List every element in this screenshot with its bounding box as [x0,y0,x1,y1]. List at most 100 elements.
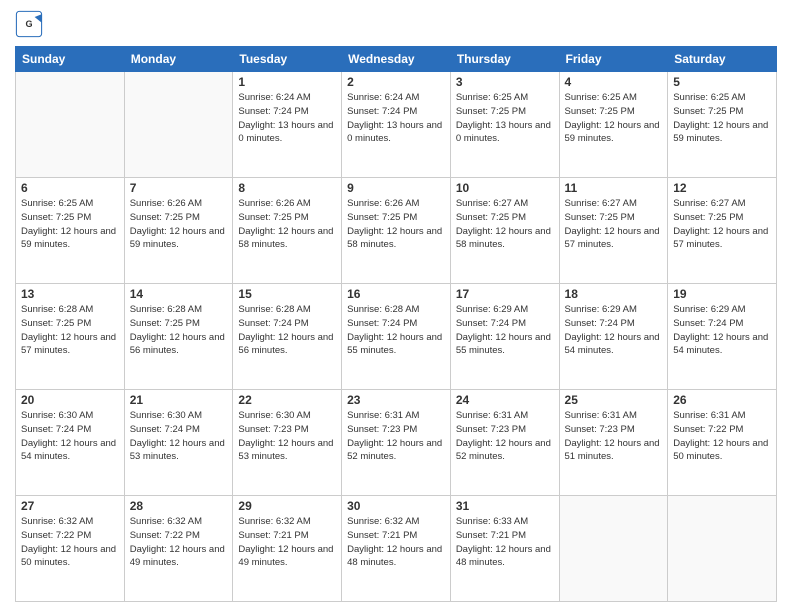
day-number: 12 [673,181,771,195]
day-info: Sunrise: 6:24 AM Sunset: 7:24 PM Dayligh… [238,91,336,146]
day-number: 3 [456,75,554,89]
day-info: Sunrise: 6:27 AM Sunset: 7:25 PM Dayligh… [673,197,771,252]
calendar-cell: 19 Sunrise: 6:29 AM Sunset: 7:24 PM Dayl… [668,284,777,390]
calendar-cell: 9 Sunrise: 6:26 AM Sunset: 7:25 PM Dayli… [342,178,451,284]
day-number: 6 [21,181,119,195]
calendar-cell: 24 Sunrise: 6:31 AM Sunset: 7:23 PM Dayl… [450,390,559,496]
day-number: 11 [565,181,663,195]
day-number: 28 [130,499,228,513]
day-number: 17 [456,287,554,301]
calendar-cell: 17 Sunrise: 6:29 AM Sunset: 7:24 PM Dayl… [450,284,559,390]
calendar-cell: 25 Sunrise: 6:31 AM Sunset: 7:23 PM Dayl… [559,390,668,496]
calendar-cell: 29 Sunrise: 6:32 AM Sunset: 7:21 PM Dayl… [233,496,342,602]
day-info: Sunrise: 6:25 AM Sunset: 7:25 PM Dayligh… [21,197,119,252]
day-info: Sunrise: 6:25 AM Sunset: 7:25 PM Dayligh… [565,91,663,146]
day-info: Sunrise: 6:26 AM Sunset: 7:25 PM Dayligh… [130,197,228,252]
day-info: Sunrise: 6:25 AM Sunset: 7:25 PM Dayligh… [673,91,771,146]
day-number: 20 [21,393,119,407]
calendar-cell: 26 Sunrise: 6:31 AM Sunset: 7:22 PM Dayl… [668,390,777,496]
calendar-day-header: Thursday [450,47,559,72]
day-number: 1 [238,75,336,89]
day-number: 29 [238,499,336,513]
day-number: 21 [130,393,228,407]
day-number: 15 [238,287,336,301]
calendar-cell: 28 Sunrise: 6:32 AM Sunset: 7:22 PM Dayl… [124,496,233,602]
calendar-cell: 30 Sunrise: 6:32 AM Sunset: 7:21 PM Dayl… [342,496,451,602]
calendar-day-header: Sunday [16,47,125,72]
day-info: Sunrise: 6:26 AM Sunset: 7:25 PM Dayligh… [238,197,336,252]
calendar-cell: 15 Sunrise: 6:28 AM Sunset: 7:24 PM Dayl… [233,284,342,390]
day-info: Sunrise: 6:29 AM Sunset: 7:24 PM Dayligh… [673,303,771,358]
calendar-cell: 22 Sunrise: 6:30 AM Sunset: 7:23 PM Dayl… [233,390,342,496]
calendar-cell: 12 Sunrise: 6:27 AM Sunset: 7:25 PM Dayl… [668,178,777,284]
day-number: 23 [347,393,445,407]
svg-text:G: G [25,19,32,29]
day-info: Sunrise: 6:28 AM Sunset: 7:25 PM Dayligh… [21,303,119,358]
calendar-cell: 10 Sunrise: 6:27 AM Sunset: 7:25 PM Dayl… [450,178,559,284]
day-info: Sunrise: 6:28 AM Sunset: 7:24 PM Dayligh… [347,303,445,358]
day-info: Sunrise: 6:27 AM Sunset: 7:25 PM Dayligh… [565,197,663,252]
calendar-cell: 5 Sunrise: 6:25 AM Sunset: 7:25 PM Dayli… [668,72,777,178]
day-number: 16 [347,287,445,301]
calendar-table: SundayMondayTuesdayWednesdayThursdayFrid… [15,46,777,602]
day-number: 4 [565,75,663,89]
calendar-cell [559,496,668,602]
day-info: Sunrise: 6:32 AM Sunset: 7:22 PM Dayligh… [21,515,119,570]
day-number: 24 [456,393,554,407]
day-info: Sunrise: 6:31 AM Sunset: 7:23 PM Dayligh… [456,409,554,464]
day-info: Sunrise: 6:25 AM Sunset: 7:25 PM Dayligh… [456,91,554,146]
day-number: 19 [673,287,771,301]
day-number: 13 [21,287,119,301]
day-number: 30 [347,499,445,513]
calendar-cell [668,496,777,602]
day-number: 25 [565,393,663,407]
calendar-day-header: Friday [559,47,668,72]
day-number: 10 [456,181,554,195]
calendar-cell: 7 Sunrise: 6:26 AM Sunset: 7:25 PM Dayli… [124,178,233,284]
day-info: Sunrise: 6:31 AM Sunset: 7:23 PM Dayligh… [347,409,445,464]
day-info: Sunrise: 6:28 AM Sunset: 7:24 PM Dayligh… [238,303,336,358]
day-number: 26 [673,393,771,407]
calendar-cell: 4 Sunrise: 6:25 AM Sunset: 7:25 PM Dayli… [559,72,668,178]
day-info: Sunrise: 6:30 AM Sunset: 7:24 PM Dayligh… [21,409,119,464]
day-info: Sunrise: 6:27 AM Sunset: 7:25 PM Dayligh… [456,197,554,252]
calendar-day-header: Monday [124,47,233,72]
calendar-cell: 18 Sunrise: 6:29 AM Sunset: 7:24 PM Dayl… [559,284,668,390]
day-number: 2 [347,75,445,89]
day-number: 31 [456,499,554,513]
day-info: Sunrise: 6:28 AM Sunset: 7:25 PM Dayligh… [130,303,228,358]
day-info: Sunrise: 6:30 AM Sunset: 7:24 PM Dayligh… [130,409,228,464]
calendar-cell: 31 Sunrise: 6:33 AM Sunset: 7:21 PM Dayl… [450,496,559,602]
day-number: 5 [673,75,771,89]
calendar-cell: 3 Sunrise: 6:25 AM Sunset: 7:25 PM Dayli… [450,72,559,178]
calendar-cell: 21 Sunrise: 6:30 AM Sunset: 7:24 PM Dayl… [124,390,233,496]
day-info: Sunrise: 6:24 AM Sunset: 7:24 PM Dayligh… [347,91,445,146]
day-info: Sunrise: 6:31 AM Sunset: 7:22 PM Dayligh… [673,409,771,464]
calendar-cell: 27 Sunrise: 6:32 AM Sunset: 7:22 PM Dayl… [16,496,125,602]
day-number: 18 [565,287,663,301]
logo-icon: G [15,10,43,38]
day-number: 27 [21,499,119,513]
calendar-cell: 1 Sunrise: 6:24 AM Sunset: 7:24 PM Dayli… [233,72,342,178]
day-info: Sunrise: 6:30 AM Sunset: 7:23 PM Dayligh… [238,409,336,464]
day-info: Sunrise: 6:31 AM Sunset: 7:23 PM Dayligh… [565,409,663,464]
calendar-cell [16,72,125,178]
day-number: 14 [130,287,228,301]
calendar-cell: 16 Sunrise: 6:28 AM Sunset: 7:24 PM Dayl… [342,284,451,390]
day-info: Sunrise: 6:26 AM Sunset: 7:25 PM Dayligh… [347,197,445,252]
calendar-cell: 13 Sunrise: 6:28 AM Sunset: 7:25 PM Dayl… [16,284,125,390]
calendar-cell: 2 Sunrise: 6:24 AM Sunset: 7:24 PM Dayli… [342,72,451,178]
calendar-cell [124,72,233,178]
day-number: 7 [130,181,228,195]
logo: G [15,10,47,38]
day-info: Sunrise: 6:32 AM Sunset: 7:22 PM Dayligh… [130,515,228,570]
day-info: Sunrise: 6:29 AM Sunset: 7:24 PM Dayligh… [565,303,663,358]
day-info: Sunrise: 6:33 AM Sunset: 7:21 PM Dayligh… [456,515,554,570]
day-info: Sunrise: 6:29 AM Sunset: 7:24 PM Dayligh… [456,303,554,358]
calendar-cell: 14 Sunrise: 6:28 AM Sunset: 7:25 PM Dayl… [124,284,233,390]
day-number: 9 [347,181,445,195]
calendar-day-header: Wednesday [342,47,451,72]
calendar-day-header: Tuesday [233,47,342,72]
calendar-cell: 23 Sunrise: 6:31 AM Sunset: 7:23 PM Dayl… [342,390,451,496]
calendar-cell: 11 Sunrise: 6:27 AM Sunset: 7:25 PM Dayl… [559,178,668,284]
